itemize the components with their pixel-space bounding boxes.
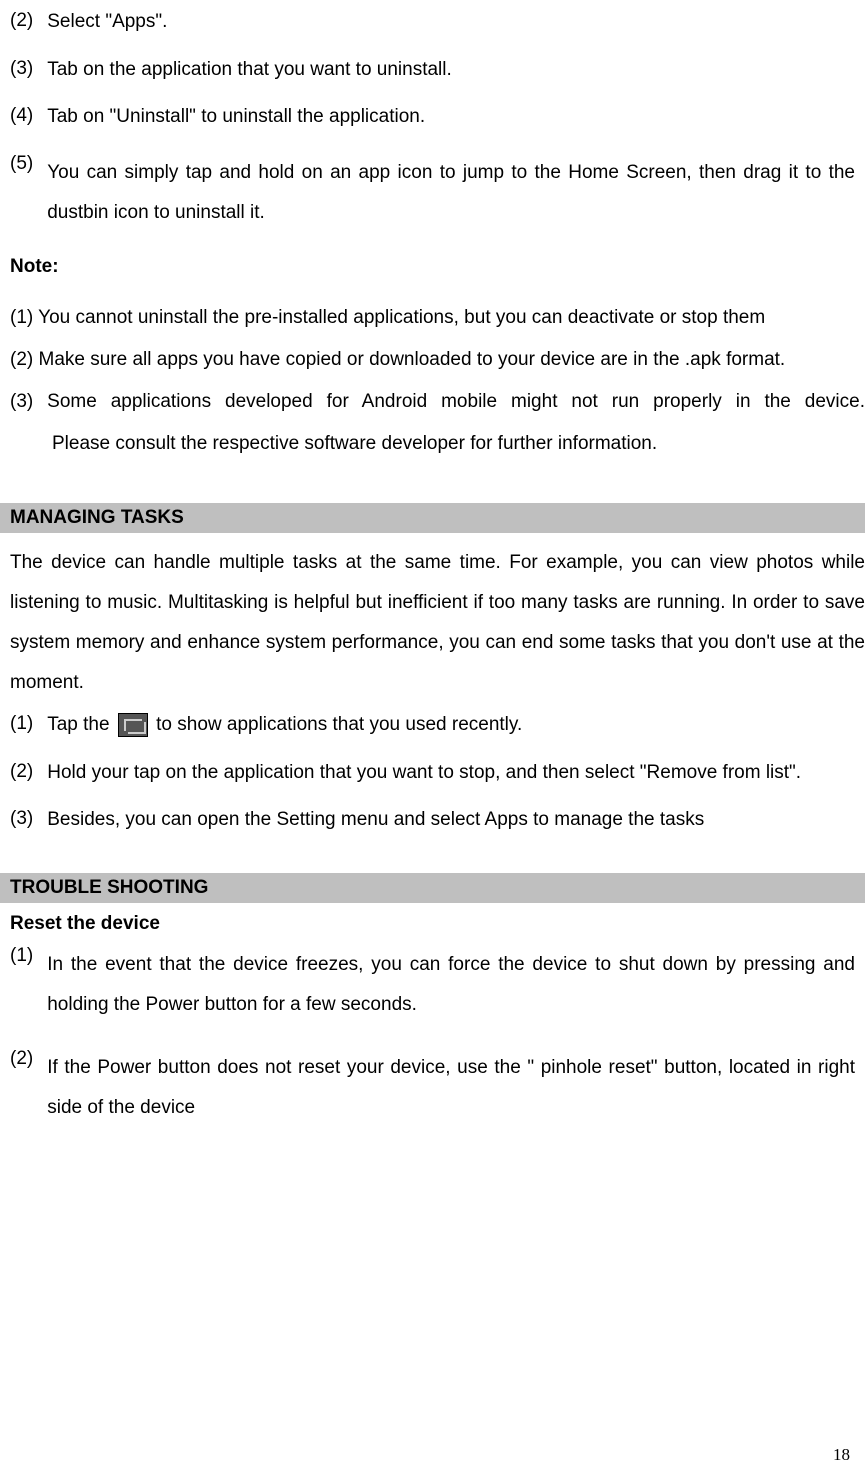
step-text: You can simply tap and hold on an app ic… — [47, 153, 865, 233]
text-after-icon: to show applications that you used recen… — [151, 714, 522, 735]
step-number: (3) — [10, 808, 33, 833]
uninstall-step-5: (5) You can simply tap and hold on an ap… — [0, 153, 865, 233]
managing-tasks-intro: The device can handle multiple tasks at … — [0, 543, 865, 703]
note-item-2: (2) Make sure all apps you have copied o… — [0, 340, 865, 380]
step-number: (2) — [10, 1048, 33, 1128]
uninstall-step-2: (2) Select "Apps". — [0, 10, 865, 35]
step-number: (1) — [10, 713, 33, 738]
step-text: Tab on "Uninstall" to uninstall the appl… — [47, 105, 865, 130]
note-item-3-line2: Please consult the respective software d… — [0, 424, 865, 464]
step-number: (4) — [10, 105, 33, 130]
note-label: Note: — [0, 256, 865, 278]
step-text: Select "Apps". — [47, 10, 865, 35]
step-text: Tap the to show applications that you us… — [47, 713, 865, 738]
step-text: If the Power button does not reset your … — [47, 1048, 865, 1128]
step-number: (2) — [10, 10, 33, 35]
step-number: (2) — [10, 761, 33, 786]
uninstall-step-4: (4) Tab on "Uninstall" to uninstall the … — [0, 105, 865, 130]
uninstall-step-3: (3) Tab on the application that you want… — [0, 58, 865, 83]
managing-step-1: (1) Tap the to show applications that yo… — [0, 713, 865, 738]
note-item-1: (1) You cannot uninstall the pre-install… — [0, 298, 865, 338]
step-number: (5) — [10, 153, 33, 233]
troubleshooting-heading: TROUBLE SHOOTING — [0, 873, 865, 903]
step-text: Hold your tap on the application that yo… — [47, 761, 865, 786]
note-item-3-line1: (3) Some applications developed for Andr… — [0, 382, 865, 422]
step-text: Besides, you can open the Setting menu a… — [47, 808, 865, 833]
page-number: 18 — [833, 1445, 850, 1465]
step-text: In the event that the device freezes, yo… — [47, 945, 865, 1025]
text-before-icon: Tap the — [47, 714, 115, 735]
recent-apps-icon — [118, 713, 148, 737]
step-number: (1) — [10, 945, 33, 1025]
reset-device-subheading: Reset the device — [0, 913, 865, 935]
managing-step-2: (2) Hold your tap on the application tha… — [0, 761, 865, 786]
step-text: Tab on the application that you want to … — [47, 58, 865, 83]
troubleshoot-step-2: (2) If the Power button does not reset y… — [0, 1048, 865, 1128]
managing-tasks-heading: MANAGING TASKS — [0, 503, 865, 533]
managing-step-3: (3) Besides, you can open the Setting me… — [0, 808, 865, 833]
troubleshoot-step-1: (1) In the event that the device freezes… — [0, 945, 865, 1025]
step-number: (3) — [10, 58, 33, 83]
